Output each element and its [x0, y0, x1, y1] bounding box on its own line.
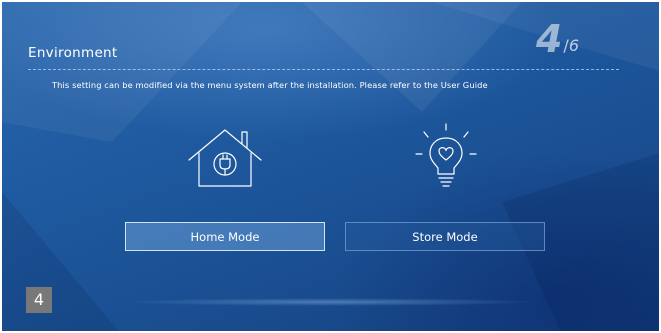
- overlay-number-badge: 4: [26, 287, 52, 313]
- house-plug-icon: [188, 129, 262, 187]
- title-divider: [28, 69, 619, 70]
- page-title: Environment: [28, 45, 118, 61]
- light-bulb-icon: [415, 123, 477, 187]
- bottom-glow: [122, 298, 539, 306]
- step-current: 4: [535, 17, 563, 61]
- home-mode-button[interactable]: Home Mode: [125, 222, 325, 251]
- description-text: This setting can be modified via the men…: [52, 80, 488, 90]
- step-indicator: 4 / 6: [536, 20, 579, 58]
- step-total: 6: [568, 36, 579, 55]
- setup-screen: Environment 4 / 6 This setting can be mo…: [0, 0, 661, 333]
- store-mode-button[interactable]: Store Mode: [345, 222, 545, 251]
